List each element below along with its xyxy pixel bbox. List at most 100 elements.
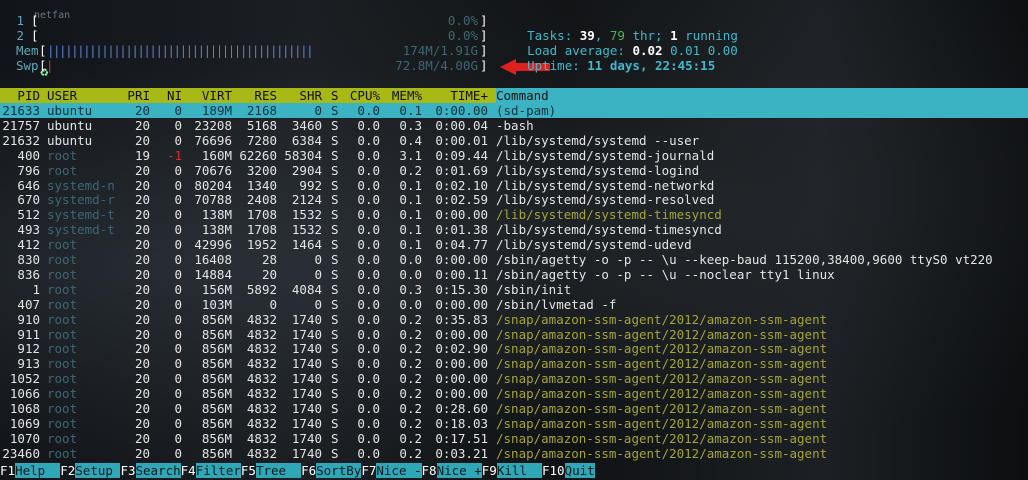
cell-command: /lib/systemd/systemd-journald [496,147,715,163]
cell-user: root [47,162,78,178]
cell-pid: 21757 [2,117,40,133]
process-row[interactable]: 412 root 20 0 42996 1952 1464 S 0.0 0.1 0:04.77/li… [0,237,1028,252]
process-row[interactable]: 1052 root 20 0 856M 4832 1740 S 0.0 0.2 0:00.00/sn… [0,371,1028,386]
process-row[interactable]: 1066 root 20 0 856M 4832 1740 S 0.0 0.2 0:00.00/sn… [0,386,1028,401]
cell-shr: 1464 [291,237,322,253]
cell-user: systemd-n [47,177,115,193]
cell-shr: 0 [314,103,322,118]
cell-mem: 0.0 [399,266,422,282]
cell-mem: 0.1 [399,192,422,208]
process-row[interactable]: 913 root 20 0 856M 4832 1740 S 0.0 0.2 0:00.00/sna… [0,356,1028,371]
cell-command: /lib/systemd/systemd-udevd [496,237,692,253]
process-row[interactable]: 670 systemd-r 20 0 70788 2408 2124 S 0.0 0.1 0:02.… [0,192,1028,207]
function-key-label[interactable]: Setup [75,463,121,478]
cell-ni: 0 [174,326,182,342]
cell-res: 4832 [246,356,277,372]
function-key-label[interactable]: SortBy [316,463,362,478]
function-key-label[interactable]: Filter [195,463,241,478]
cell-mem: 0.2 [399,341,422,357]
cell-state: S [331,326,339,342]
cell-cpu: 0.0 [357,445,380,461]
cell-pri: 20 [134,445,150,461]
cell-state: S [331,445,339,461]
cell-pri: 20 [134,430,150,446]
function-key-f10: F10 [541,463,565,478]
cell-cpu: 0.0 [357,252,380,267]
cell-pid: 412 [17,237,40,253]
cell-cpu: 0.0 [357,192,380,208]
process-row[interactable]: 1 root 20 0 156M 5892 4084 S 0.0 0.3 0:15.30/sbin/… [0,282,1028,297]
function-key-label[interactable]: Kill [496,463,542,478]
function-key-f9: F9 [481,463,497,478]
cell-pri: 20 [134,371,150,387]
process-row[interactable]: 21757 ubuntu 20 0 23208 5168 3460 S 0.0 0.3 0:00.0… [0,118,1028,133]
process-row[interactable]: 836 root 20 0 14884 20 0 S 0.0 0.0 0:00.11/sbin/ag… [0,267,1028,282]
process-row[interactable]: 796 root 20 0 70676 3200 2904 S 0.0 0.2 0:01.69/li… [0,163,1028,178]
process-row[interactable]: 830 root 20 0 16408 28 0 S 0.0 0.0 0:00.00/sbin/ag… [0,252,1028,267]
cell-res: 7280 [246,132,277,148]
cell-user: systemd-t [47,207,115,223]
cell-cpu: 0.0 [357,296,380,312]
process-row[interactable]: 646 systemd-n 20 0 80204 1340 992 S 0.0 0.1 0:02.1… [0,178,1028,193]
function-key-f4: F4 [180,463,196,478]
column-ni: NI [166,88,182,103]
cell-res: 62260 [239,147,277,163]
cell-time: 0:03.21 [435,445,488,461]
process-row[interactable]: 911 root 20 0 856M 4832 1740 S 0.0 0.2 0:00.00/sna… [0,327,1028,342]
process-row[interactable]: 21632 ubuntu 20 0 76696 7280 6384 S 0.0 0.4 0:00.0… [0,133,1028,148]
function-key-label[interactable]: Help [15,463,61,478]
cell-ni: 0 [174,371,182,387]
cell-virt: 856M [201,311,232,327]
function-key-label[interactable]: Nice + [436,463,482,478]
cell-res: 1340 [246,177,277,193]
process-row[interactable]: 912 root 20 0 856M 4832 1740 S 0.0 0.2 0:02.90/sna… [0,341,1028,356]
process-row[interactable]: 23460 root 20 0 856M 4832 1740 S 0.0 0.2 0:03.21/s… [0,446,1028,461]
cell-command: (sd-pam) [496,103,557,118]
process-row[interactable]: 407 root 20 0 103M 0 0 S 0.0 0.0 0:00.00/sbin/lvme… [0,297,1028,312]
function-key-label[interactable]: Tree [255,463,302,478]
cell-command: /snap/amazon-ssm-agent/2012/amazon-ssm-a… [496,326,828,342]
process-row[interactable]: 910 root 20 0 856M 4832 1740 S 0.0 0.2 0:35.83/sna… [0,312,1028,327]
cell-time: 0:01.38 [435,222,488,238]
cell-user: root [47,415,78,431]
cell-pid: 836 [17,266,40,282]
cell-mem: 0.0 [399,252,422,267]
process-row[interactable]: 493 systemd-t 20 0 138M 1708 1532 S 0.0 0.1 0:01.3… [0,222,1028,237]
cell-pri: 20 [134,281,150,297]
cell-cpu: 0.0 [357,311,380,327]
cell-res: 1708 [246,207,277,223]
cell-virt: 156M [201,281,232,297]
cell-state: S [331,132,339,148]
process-row[interactable]: 1068 root 20 0 856M 4832 1740 S 0.0 0.2 0:28.60/sn… [0,401,1028,416]
cell-ni: 0 [174,356,182,372]
cell-cpu: 0.0 [357,103,380,118]
cell-time: 0:35.83 [435,311,488,327]
cell-state: S [331,311,339,327]
cell-mem: 0.2 [399,445,422,461]
cell-pid: 1052 [9,371,40,387]
cell-state: S [331,371,339,387]
column-time: TIME+ [450,88,488,103]
cell-cpu: 0.0 [357,177,380,193]
cell-res: 2168 [246,103,277,118]
process-row[interactable]: 1069 root 20 0 856M 4832 1740 S 0.0 0.2 0:18.03/sn… [0,416,1028,431]
function-key-label[interactable]: Quit [564,463,595,478]
process-row[interactable]: 1070 root 20 0 856M 4832 1740 S 0.0 0.2 0:17.51/sn… [0,431,1028,446]
process-table-header[interactable]: PID USER PRI NI VIRT RES SHR S CPU% MEM%… [0,88,1028,103]
function-key-label[interactable]: Search [135,463,181,478]
process-row[interactable]: 400 root 19 -1 160M 62260 58304 S 0.0 3.1 0:09.44 /… [0,148,1028,163]
cell-command: /snap/amazon-ssm-agent/2012/amazon-ssm-a… [496,341,828,357]
cell-shr: 1740 [291,326,322,342]
cell-virt: 14884 [194,266,232,282]
cell-shr: 2124 [291,192,322,208]
process-row[interactable]: 21633 ubuntu 20 0 189M 2168 0 S 0.0 0.1 0:00.00 (sd… [0,103,1028,118]
process-row[interactable]: 512 systemd-t 20 0 138M 1708 1532 S 0.0 0.1 0:00.0… [0,207,1028,222]
cell-pri: 20 [134,415,150,431]
cell-command: /sbin/init [496,281,572,297]
cell-mem: 0.3 [399,281,422,297]
cell-pri: 20 [134,341,150,357]
cell-pri: 20 [134,266,150,282]
cell-mem: 0.2 [399,430,422,446]
function-key-label[interactable]: Nice - [376,463,422,478]
cell-state: S [331,147,339,163]
